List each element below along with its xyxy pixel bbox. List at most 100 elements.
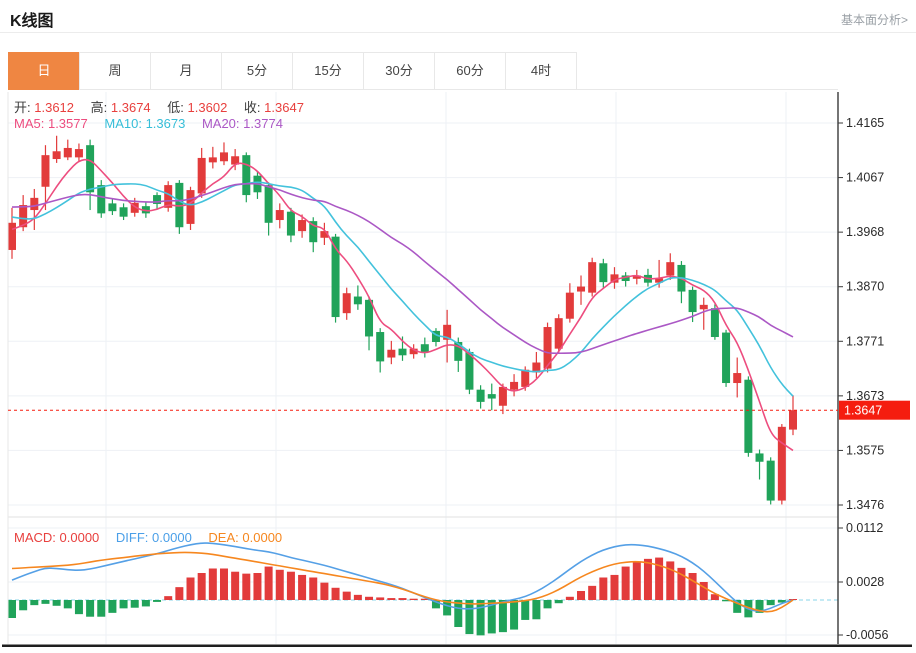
tab-60min[interactable]: 60分 — [434, 52, 506, 90]
candle-body — [778, 427, 786, 501]
candle-body — [30, 198, 38, 210]
candle-body — [689, 290, 697, 312]
candle-body — [287, 212, 295, 236]
candle-body — [711, 308, 719, 337]
candle-body — [86, 145, 94, 192]
tab-day[interactable]: 日 — [8, 52, 80, 90]
candle-body — [399, 349, 407, 356]
bottom-border — [2, 645, 912, 648]
current-price-value: 1.3647 — [844, 404, 882, 418]
candle-body — [521, 370, 529, 387]
candle-body — [8, 223, 16, 250]
candle-body — [108, 203, 116, 211]
macd-tick-label: 0.0028 — [846, 575, 884, 589]
tab-week[interactable]: 周 — [79, 52, 151, 90]
ma10-line — [12, 182, 793, 396]
macd-histogram — [8, 558, 797, 636]
dea-label: DEA: — [208, 530, 238, 545]
low-label: 低: — [167, 100, 184, 115]
candle-body — [733, 373, 741, 383]
candle-body — [789, 410, 797, 429]
macd-value: 0.0000 — [60, 530, 100, 545]
dea-value: 0.0000 — [242, 530, 282, 545]
close-value: 1.3647 — [264, 100, 304, 115]
candle-body — [566, 293, 574, 319]
tab-30min[interactable]: 30分 — [363, 52, 435, 90]
candle-body — [465, 352, 473, 390]
price-tick-label: 1.3968 — [846, 225, 884, 239]
kline-widget: { "header": { "title": "K线图", "link": "基… — [0, 0, 916, 648]
price-tick-label: 1.4165 — [846, 116, 884, 130]
ma5-line — [12, 160, 793, 451]
price-tick-label: 1.4067 — [846, 171, 884, 185]
candle-body — [354, 297, 362, 305]
macd-tick-label: -0.0056 — [846, 628, 888, 642]
header-divider — [0, 32, 916, 33]
tab-4hour[interactable]: 4时 — [505, 52, 577, 90]
low-value: 1.3602 — [188, 100, 228, 115]
candle-body — [75, 149, 83, 157]
candle-body — [555, 318, 563, 348]
candle-body — [756, 453, 764, 461]
candle-body — [242, 155, 250, 195]
ma20-label: MA20: — [202, 116, 240, 131]
candle-body — [421, 344, 429, 352]
macd-label: MACD: — [14, 530, 56, 545]
candle-body — [53, 151, 61, 159]
candle-body — [220, 152, 228, 161]
candle-body — [510, 382, 518, 390]
candle-body — [700, 305, 708, 309]
ma5-label: MA5: — [14, 116, 44, 131]
ohlc-readout: 开: 1.3612 高: 1.3674 低: 1.3602 收: 1.3647 — [14, 97, 317, 116]
candle-body — [187, 190, 195, 224]
tab-15min[interactable]: 15分 — [292, 52, 364, 90]
high-label: 高: — [91, 100, 108, 115]
price-axis: 1.41651.40671.39681.38701.37711.36731.35… — [838, 116, 888, 642]
candle-body — [265, 185, 273, 223]
candle-body — [666, 262, 674, 275]
candle-body — [97, 185, 105, 213]
fundamental-analysis-link[interactable]: 基本面分析> — [841, 11, 908, 28]
candle-body — [387, 350, 395, 358]
candle-body — [588, 262, 596, 292]
tab-5min[interactable]: 5分 — [221, 52, 293, 90]
diff-line — [12, 543, 793, 611]
close-label: 收: — [244, 100, 261, 115]
candle-body — [744, 380, 752, 453]
candle-body — [343, 293, 351, 313]
candle-body — [41, 155, 49, 187]
candle-body — [120, 207, 128, 216]
candle-body — [477, 390, 485, 402]
diff-value: 0.0000 — [152, 530, 192, 545]
macd-readout: MACD: 0.0000 DIFF: 0.0000 DEA: 0.0000 — [14, 530, 295, 545]
current-price-tag: 1.3647 — [839, 401, 910, 420]
candle-body — [722, 333, 730, 383]
candle-body — [488, 394, 496, 398]
ma-readout: MA5: 1.3577 MA10: 1.3673 MA20: 1.3774 — [14, 116, 296, 131]
candle-body — [767, 461, 775, 501]
price-tick-label: 1.3771 — [846, 334, 884, 348]
page-title: K线图 — [10, 7, 54, 31]
candle-body — [198, 158, 206, 193]
ma10-value: 1.3673 — [146, 116, 186, 131]
candle-body — [499, 387, 507, 406]
price-tick-label: 1.3476 — [846, 498, 884, 512]
macd-tick-label: 0.0112 — [846, 521, 883, 535]
ma5-value: 1.3577 — [48, 116, 88, 131]
ma20-value: 1.3774 — [243, 116, 283, 131]
price-tick-label: 1.3870 — [846, 280, 884, 294]
diff-label: DIFF: — [116, 530, 149, 545]
candle-body — [365, 300, 373, 337]
gridlines — [8, 92, 838, 644]
ma10-label: MA10: — [104, 116, 142, 131]
candle-body — [599, 263, 607, 282]
candle-body — [298, 220, 306, 231]
price-tick-label: 1.3575 — [846, 443, 884, 457]
candles-group — [8, 136, 797, 505]
open-label: 开: — [14, 100, 31, 115]
period-tabbar: 日周月5分15分30分60分4时 — [8, 52, 577, 90]
candle-body — [376, 332, 384, 361]
candle-body — [276, 210, 284, 220]
open-value: 1.3612 — [34, 100, 74, 115]
tab-month[interactable]: 月 — [150, 52, 222, 90]
